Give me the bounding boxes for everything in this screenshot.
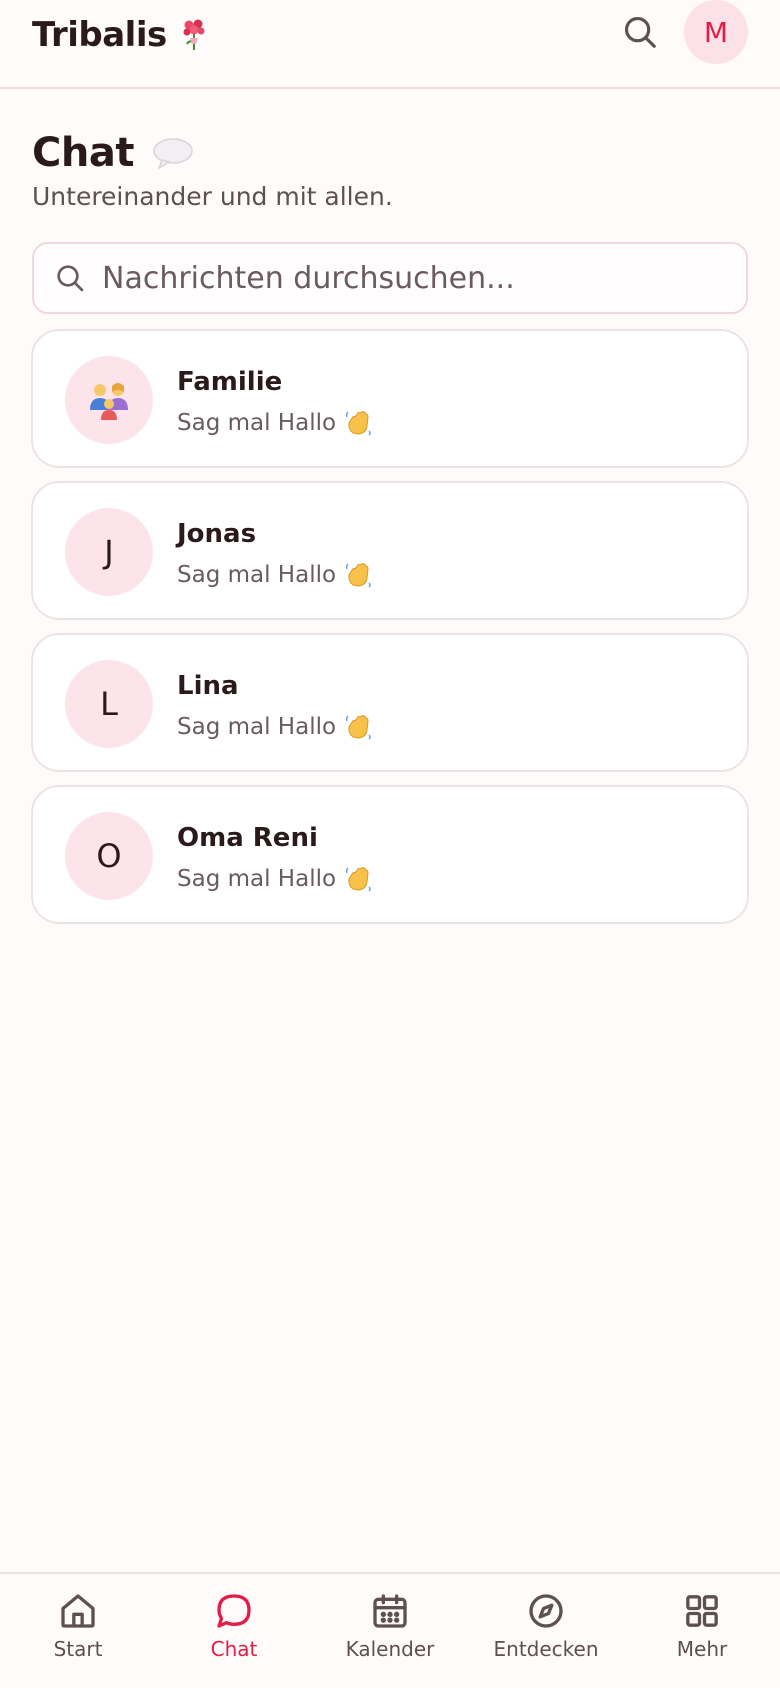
chat-preview: Sag mal Hallo bbox=[177, 561, 372, 589]
waving-hand-icon bbox=[345, 411, 371, 436]
speech-bubble-icon bbox=[153, 138, 193, 169]
nav-label: Entdecken bbox=[493, 1637, 599, 1661]
waving-hand-icon bbox=[345, 867, 371, 892]
message-search[interactable] bbox=[32, 242, 748, 314]
app-header: Tribalis M bbox=[0, 0, 780, 89]
compass-icon bbox=[529, 1594, 563, 1628]
chat-item-jonas[interactable]: J Jonas Sag mal Hallo bbox=[31, 481, 749, 620]
waving-hand-icon bbox=[345, 715, 371, 740]
chat-name: Oma Reni bbox=[177, 823, 318, 853]
page-title-row: Chat bbox=[32, 128, 194, 178]
chat-preview-text: Sag mal Hallo bbox=[177, 562, 337, 588]
nav-label: Chat bbox=[210, 1637, 258, 1661]
nav-item-entdecken[interactable]: Entdecken bbox=[468, 1574, 624, 1688]
brand[interactable]: Tribalis bbox=[32, 10, 207, 60]
nav-item-mehr[interactable]: Mehr bbox=[624, 1574, 780, 1688]
chat-preview: Sag mal Hallo bbox=[177, 865, 372, 893]
waving-hand-icon bbox=[345, 563, 371, 588]
chat-preview-text: Sag mal Hallo bbox=[177, 714, 337, 740]
home-icon bbox=[61, 1594, 95, 1628]
nav-label: Kalender bbox=[345, 1637, 435, 1661]
chat-preview-text: Sag mal Hallo bbox=[177, 866, 337, 892]
nav-item-start[interactable]: Start bbox=[0, 1574, 156, 1688]
profile-avatar[interactable]: M bbox=[684, 0, 748, 64]
nav-item-kalender[interactable]: Kalender bbox=[312, 1574, 468, 1688]
chat-list: Familie Sag mal Hallo J Jonas Sag mal Ha… bbox=[31, 329, 749, 937]
brand-name: Tribalis bbox=[32, 15, 167, 55]
family-icon bbox=[90, 383, 128, 420]
search-icon bbox=[57, 265, 84, 292]
search-icon bbox=[624, 16, 656, 48]
nav-label: Mehr bbox=[676, 1637, 728, 1661]
chat-preview: Sag mal Hallo bbox=[177, 409, 372, 437]
chat-item-oma-reni[interactable]: O Oma Reni Sag mal Hallo bbox=[31, 785, 749, 924]
chat-avatar bbox=[65, 356, 153, 444]
chat-avatar: O bbox=[65, 812, 153, 900]
bottom-nav: Start Chat Kalender Entdecken Mehr bbox=[0, 1572, 780, 1688]
chat-preview: Sag mal Hallo bbox=[177, 713, 372, 741]
chat-screen: Tribalis M Chat Untereinander und mit al… bbox=[0, 0, 780, 1688]
grid-icon bbox=[686, 1595, 718, 1627]
calendar-icon bbox=[373, 1594, 407, 1628]
chat-item-familie[interactable]: Familie Sag mal Hallo bbox=[31, 329, 749, 468]
page-subtitle: Untereinander und mit allen. bbox=[32, 182, 393, 211]
nav-label: Start bbox=[53, 1637, 103, 1661]
chat-icon bbox=[217, 1594, 251, 1628]
search-input[interactable] bbox=[102, 244, 746, 312]
chat-preview-text: Sag mal Hallo bbox=[177, 410, 337, 436]
nav-item-chat[interactable]: Chat bbox=[156, 1574, 312, 1688]
chat-avatar: J bbox=[65, 508, 153, 596]
chat-name: Jonas bbox=[177, 519, 257, 549]
chat-name: Lina bbox=[177, 671, 239, 701]
chat-item-lina[interactable]: L Lina Sag mal Hallo bbox=[31, 633, 749, 772]
page-title: Chat bbox=[32, 130, 134, 176]
flower-bouquet-icon bbox=[183, 19, 205, 50]
header-search-button[interactable] bbox=[618, 10, 662, 54]
chat-avatar: L bbox=[65, 660, 153, 748]
chat-name: Familie bbox=[177, 367, 283, 397]
